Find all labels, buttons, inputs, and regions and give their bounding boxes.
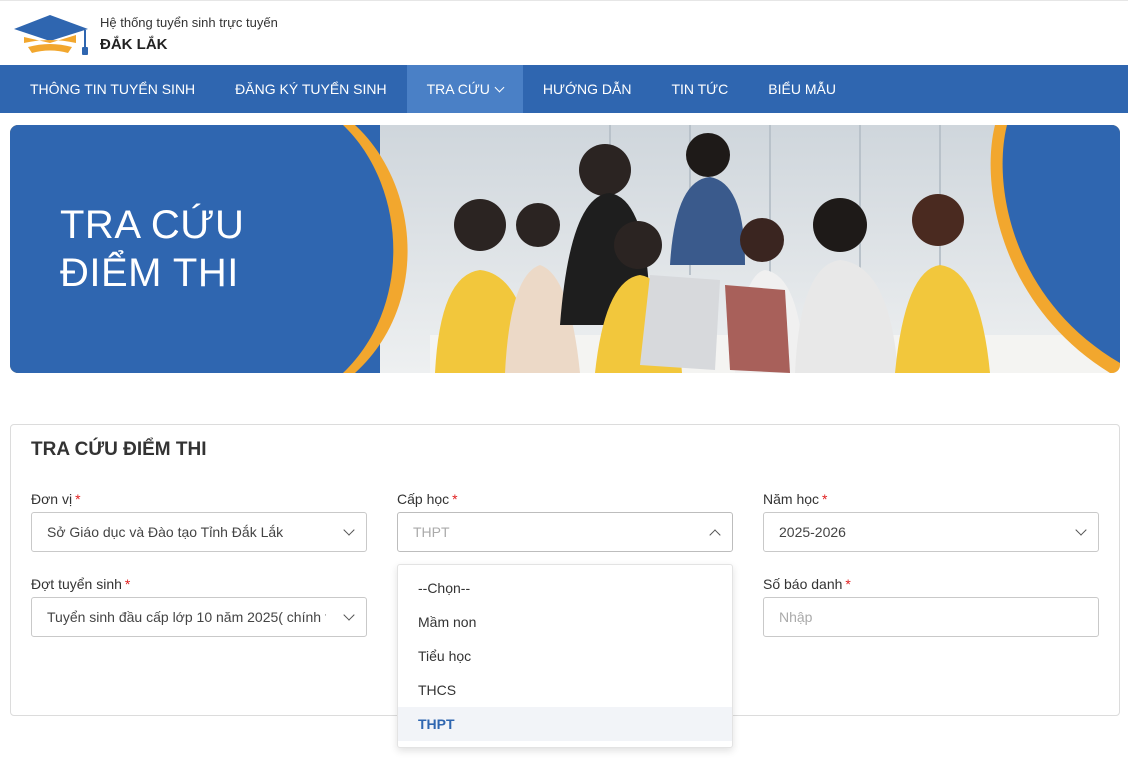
cap-hoc-value: THPT: [413, 524, 450, 540]
don-vi-value: Sở Giáo dục và Đào tạo Tỉnh Đắk Lắk: [47, 524, 284, 540]
nav-item-huong-dan[interactable]: HƯỚNG DẪN: [523, 65, 652, 113]
hero-banner: TRA CỨU ĐIỂM THI: [10, 125, 1120, 373]
dot-tuyen-sinh-label: Đợt tuyển sinh *: [31, 576, 130, 592]
banner-title-line2: ĐIỂM THI: [60, 251, 239, 295]
site-title[interactable]: ĐẮK LẮK: [100, 36, 168, 53]
dropdown-option-chon[interactable]: --Chọn--: [398, 571, 732, 605]
cap-hoc-select[interactable]: THPT: [397, 512, 733, 552]
don-vi-label: Đơn vị *: [31, 491, 81, 507]
don-vi-label-text: Đơn vị: [31, 491, 73, 507]
dropdown-option-tieu-hoc[interactable]: Tiểu học: [398, 639, 732, 673]
nav-item-tin-tuc[interactable]: TIN TỨC: [651, 65, 748, 113]
nam-hoc-select[interactable]: 2025-2026: [763, 512, 1099, 552]
nav-item-tra-cuu[interactable]: TRA CỨU: [406, 65, 523, 113]
banner-title: TRA CỨU ĐIỂM THI: [60, 201, 244, 297]
dot-tuyen-sinh-label-text: Đợt tuyển sinh: [31, 576, 122, 592]
nav-item-thong-tin-tuyen-sinh[interactable]: THÔNG TIN TUYỂN SINH: [10, 65, 215, 113]
form-title: TRA CỨU ĐIỂM THI: [31, 439, 207, 460]
site-subtitle: Hệ thống tuyển sinh trực tuyến: [100, 15, 278, 30]
dropdown-option-mam-non[interactable]: Mầm non: [398, 605, 732, 639]
so-bao-danh-input[interactable]: Nhập: [763, 597, 1099, 637]
nav-item-dang-ky-tuyen-sinh[interactable]: ĐĂNG KÝ TUYỂN SINH: [215, 65, 406, 113]
required-mark: *: [124, 576, 131, 592]
chevron-down-icon: [494, 82, 505, 93]
cap-hoc-dropdown-menu: --Chọn-- Mầm non Tiểu học THCS THPT: [397, 564, 733, 748]
dot-tuyen-sinh-select[interactable]: Tuyển sinh đầu cấp lớp 10 năm 2025( chín…: [31, 597, 367, 637]
dropdown-option-thcs[interactable]: THCS: [398, 673, 732, 707]
nav-item-tra-cuu-label: TRA CỨU: [426, 81, 490, 97]
cap-hoc-label-text: Cấp học: [397, 491, 450, 507]
so-bao-danh-label: Số báo danh *: [763, 576, 851, 592]
nam-hoc-value: 2025-2026: [779, 524, 846, 540]
required-mark: *: [845, 576, 851, 592]
chevron-down-icon: [343, 609, 355, 621]
nav-item-bieu-mau[interactable]: BIỂU MẪU: [748, 65, 856, 113]
cap-hoc-label: Cấp học *: [397, 491, 458, 507]
site-header: Hệ thống tuyển sinh trực tuyến ĐẮK LẮK: [0, 5, 1128, 65]
dot-tuyen-sinh-value: Tuyển sinh đầu cấp lớp 10 năm 2025( chín…: [47, 609, 326, 625]
required-mark: *: [75, 491, 81, 507]
so-bao-danh-label-text: Số báo danh: [763, 576, 843, 592]
don-vi-select[interactable]: Sở Giáo dục và Đào tạo Tỉnh Đắk Lắk: [31, 512, 367, 552]
graduation-cap-logo-icon[interactable]: [10, 13, 90, 59]
banner-title-line1: TRA CỨU: [60, 203, 245, 247]
so-bao-danh-placeholder: Nhập: [779, 609, 813, 625]
chevron-down-icon: [343, 524, 355, 536]
main-nav: THÔNG TIN TUYỂN SINH ĐĂNG KÝ TUYỂN SINH …: [0, 65, 1128, 113]
required-mark: *: [452, 491, 458, 507]
required-mark: *: [822, 491, 828, 507]
nam-hoc-label-text: Năm học: [763, 491, 820, 507]
chevron-up-icon: [709, 529, 721, 541]
chevron-down-icon: [1075, 524, 1087, 536]
dropdown-option-thpt[interactable]: THPT: [398, 707, 732, 741]
nam-hoc-label: Năm học *: [763, 491, 827, 507]
